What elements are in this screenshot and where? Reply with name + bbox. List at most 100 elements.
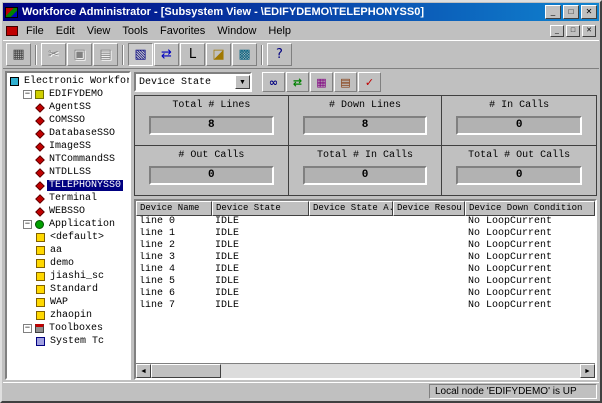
view-selector-value: Device State <box>136 77 235 88</box>
refresh-button[interactable]: ⇄ <box>154 43 179 66</box>
app-icon <box>36 285 45 294</box>
chart-icon: ▦ <box>316 77 326 88</box>
tree-item-toolboxes[interactable]: −Toolboxes <box>7 322 129 335</box>
tree-item-agentss[interactable]: AgentSS <box>7 101 129 114</box>
stat-total-in-calls: Total # In Calls0 <box>289 146 443 195</box>
menu-bar: FileEditViewToolsFavoritesWindowHelp _□✕ <box>3 21 599 40</box>
subsystem-icon <box>35 116 45 126</box>
table-row[interactable]: line 0IDLENo LoopCurrent <box>136 216 595 228</box>
column-header-device-down-condition[interactable]: Device Down Condition <box>465 201 595 216</box>
scroll-left-button[interactable]: ◄ <box>136 364 151 378</box>
monitor-button[interactable]: ▩ <box>232 43 257 66</box>
table-row[interactable]: line 1IDLENo LoopCurrent <box>136 228 595 240</box>
column-header-device-name[interactable]: Device Name <box>136 201 212 216</box>
tree-item-wap[interactable]: WAP <box>7 296 129 309</box>
tree-item-zhaopin[interactable]: zhaopin <box>7 309 129 322</box>
tree-item-jiashi-sc[interactable]: jiashi_sc <box>7 270 129 283</box>
menu-favorites[interactable]: Favorites <box>154 23 211 39</box>
detail-panel: Device State ▼ ∞⇄▦▤✓ Total # Lines8# Dow… <box>134 71 597 380</box>
app-icon <box>36 246 45 255</box>
tree-item-edifydemo[interactable]: −EDIFYDEMO <box>7 88 129 101</box>
help-icon: ? <box>276 48 283 61</box>
new-button[interactable]: ▦ <box>6 43 31 66</box>
tree-item-default[interactable]: <default> <box>7 231 129 244</box>
help-button[interactable]: ? <box>267 43 292 66</box>
print-icon: ▤ <box>340 77 350 88</box>
tree-item-standard[interactable]: Standard <box>7 283 129 296</box>
tree-item-terminal[interactable]: Terminal <box>7 192 129 205</box>
toolbar-separator <box>122 45 124 65</box>
tree-item-ntcommandss[interactable]: NTCommandSS <box>7 153 129 166</box>
stat-label: # Down Lines <box>303 100 428 111</box>
chart-button[interactable]: ▦ <box>310 72 333 92</box>
minimize-button[interactable]: _ <box>545 5 561 19</box>
menu-tools[interactable]: Tools <box>116 23 154 39</box>
node-icon <box>35 90 44 99</box>
horizontal-scrollbar[interactable]: ◄ ► <box>136 363 595 378</box>
scrollbar-thumb[interactable] <box>151 364 221 378</box>
menu-view[interactable]: View <box>81 23 117 39</box>
table-row[interactable]: line 4IDLENo LoopCurrent <box>136 264 595 276</box>
refresh-view-icon: ⇄ <box>293 77 302 88</box>
mdi-close-button[interactable]: ✕ <box>582 25 596 37</box>
stat-total-out-calls: Total # Out Calls0 <box>442 146 596 195</box>
tree-item-application[interactable]: −Application <box>7 218 129 231</box>
mdi-minimize-button[interactable]: _ <box>550 25 564 37</box>
tree-item-telephonyss0[interactable]: TELEPHONYSS0 <box>7 179 129 192</box>
tree-item-aa[interactable]: aa <box>7 244 129 257</box>
menu-window[interactable]: Window <box>211 23 262 39</box>
tree-item-label: Terminal <box>47 193 99 204</box>
table-row[interactable]: line 2IDLENo LoopCurrent <box>136 240 595 252</box>
tree-item-websso[interactable]: WEBSSO <box>7 205 129 218</box>
table-body: line 0IDLENo LoopCurrentline 1IDLENo Loo… <box>136 216 595 363</box>
tree-item-electronic-workfor[interactable]: Electronic Workfor <box>7 75 129 88</box>
maximize-button[interactable]: □ <box>563 5 579 19</box>
refresh-view-button[interactable]: ⇄ <box>286 72 309 92</box>
table-row[interactable]: line 3IDLENo LoopCurrent <box>136 252 595 264</box>
mdi-restore-button[interactable]: □ <box>566 25 580 37</box>
status-bar: Local node 'EDIFYDEMO' is UP <box>3 382 599 400</box>
stat-value: 0 <box>303 166 428 185</box>
tree-item-demo[interactable]: demo <box>7 257 129 270</box>
tree-item-system-tc[interactable]: System Tc <box>7 335 129 348</box>
table-row[interactable]: line 6IDLENo LoopCurrent <box>136 288 595 300</box>
collapse-icon[interactable]: − <box>23 324 32 333</box>
tree-item-ntdllss[interactable]: NTDLLSS <box>7 166 129 179</box>
view-buttons: ∞ ⇄ ▦ ▤ ✓ <box>262 72 381 92</box>
chevron-down-icon[interactable]: ▼ <box>235 75 250 89</box>
column-header-device-state[interactable]: Device State <box>212 201 309 216</box>
tree-item-label: WAP <box>48 297 70 308</box>
tree-item-label: Standard <box>48 284 100 295</box>
collapse-icon[interactable]: − <box>23 220 32 229</box>
table-row[interactable]: line 5IDLENo LoopCurrent <box>136 276 595 288</box>
scroll-right-button[interactable]: ► <box>580 364 595 378</box>
validate-button[interactable]: ✓ <box>358 72 381 92</box>
print-button[interactable]: ▤ <box>334 72 357 92</box>
scrollbar-track[interactable] <box>221 364 580 378</box>
stat-value: 0 <box>456 116 582 135</box>
menu-help[interactable]: Help <box>262 23 297 39</box>
table-cell: No LoopCurrent <box>465 288 595 300</box>
collapse-icon[interactable]: − <box>23 90 32 99</box>
table-row[interactable]: line 7IDLENo LoopCurrent <box>136 300 595 312</box>
column-header-device-resou[interactable]: Device Resou... <box>393 201 465 216</box>
menu-edit[interactable]: Edit <box>50 23 81 39</box>
applications-folder-button[interactable]: ◪ <box>206 43 231 66</box>
find-button[interactable]: ∞ <box>262 72 285 92</box>
table-cell: IDLE <box>212 276 309 288</box>
app-icon <box>36 272 45 281</box>
close-button[interactable]: ✕ <box>581 5 597 19</box>
log-view-button[interactable]: L <box>180 43 205 66</box>
table-cell: line 4 <box>136 264 212 276</box>
table-cell: IDLE <box>212 288 309 300</box>
tree-item-comsso[interactable]: COMSSO <box>7 114 129 127</box>
view-selector[interactable]: Device State ▼ <box>134 72 252 92</box>
column-header-device-state-a[interactable]: Device State A... <box>309 201 393 216</box>
tree-item-imagess[interactable]: ImageSS <box>7 140 129 153</box>
mdi-window-icon[interactable] <box>6 26 18 36</box>
subsystem-view-button[interactable]: ▧ <box>128 43 153 66</box>
table-cell: IDLE <box>212 216 309 228</box>
table-cell: line 3 <box>136 252 212 264</box>
tree-item-databasesso[interactable]: DatabaseSSO <box>7 127 129 140</box>
menu-file[interactable]: File <box>20 23 50 39</box>
